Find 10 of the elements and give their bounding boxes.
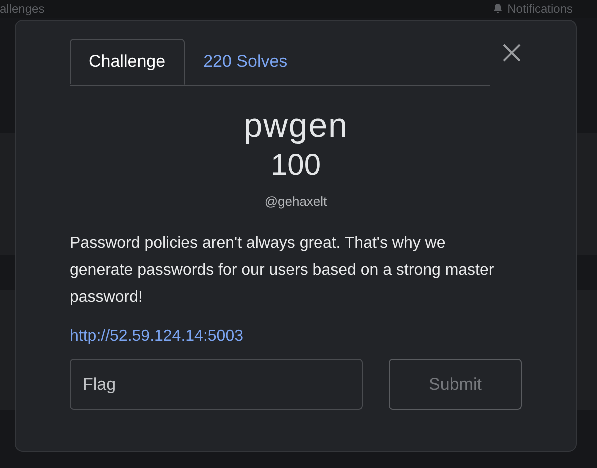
- challenge-description: Password policies aren't always great. That's why we generate passwords for our users based on a strong master password!: [70, 234, 496, 308]
- challenge-author: @gehaxelt: [264, 194, 328, 210]
- challenge-title: pwgen: [244, 106, 348, 146]
- bell-icon: [492, 3, 504, 15]
- tab[interactable]: Challenge: [70, 39, 185, 85]
- tab[interactable]: 220 Solves: [184, 39, 307, 85]
- flag-field[interactable]: Flag: [70, 359, 363, 410]
- close-icon[interactable]: [502, 43, 522, 63]
- challenge-link[interactable]: http://52.59.124.14:5003: [70, 327, 244, 347]
- challenge-points: 100: [270, 148, 322, 184]
